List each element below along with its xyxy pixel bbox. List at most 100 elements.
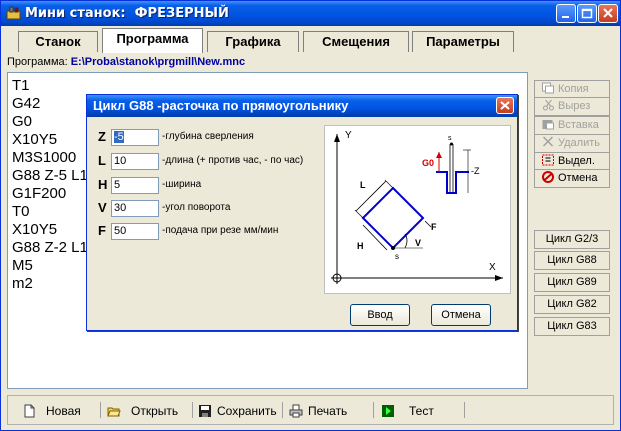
width-label: H — [357, 241, 364, 251]
depth-field[interactable]: -5 — [111, 129, 159, 146]
new-button-label: Новая — [46, 404, 81, 418]
field-value: 30 — [114, 202, 127, 214]
toolbar-divider — [100, 402, 101, 418]
test-icon — [382, 405, 394, 417]
code-line: G1F200 — [12, 185, 67, 202]
main-window: Мини станок: ФРЕЗЕРНЫЙ Станок Программа … — [0, 0, 621, 431]
edit-button-3[interactable]: Удалить — [534, 134, 610, 153]
length-label: L — [360, 180, 366, 190]
code-line: T1 — [12, 77, 30, 94]
dialog-title: Цикл G88 -расточка по прямоугольнику — [93, 98, 349, 113]
code-line: G88 Z-2 L1 — [12, 239, 88, 256]
maximize-button[interactable] — [577, 4, 597, 23]
cycle-button-4[interactable]: Цикл G83 — [534, 317, 610, 336]
save-icon — [199, 405, 211, 417]
tab-grafika[interactable]: Графика — [207, 31, 299, 52]
code-line: G0 — [12, 113, 33, 130]
cycle-button-2[interactable]: Цикл G89 — [534, 273, 610, 292]
new-button[interactable]: Новая — [22, 401, 81, 421]
select-all-icon — [542, 154, 554, 166]
cancel-button[interactable]: Отмена — [431, 304, 491, 326]
cycle-diagram: Y X L H s V F s G0 -Z — [324, 125, 511, 294]
tab-parametry[interactable]: Параметры — [412, 31, 514, 52]
field-value: -5 — [114, 131, 124, 143]
code-line: T0 — [12, 203, 30, 220]
print-button[interactable]: Печать — [289, 401, 347, 421]
param-description: -подача при резе мм/мин — [162, 225, 279, 236]
close-icon — [603, 8, 613, 18]
param-letter: H — [98, 177, 108, 192]
cancel-circle-icon — [542, 171, 554, 183]
g88-cycle-dialog: Цикл G88 -расточка по прямоугольнику Z -… — [86, 94, 518, 331]
test-button[interactable]: Тест — [381, 401, 434, 421]
program-path: E:\Proba\stanok\prgmill\New.mnc — [70, 56, 246, 68]
param-description: -угол поворота — [162, 202, 231, 213]
tab-stanok[interactable]: Станок — [18, 31, 98, 52]
edit-button-5[interactable]: Отмена — [534, 169, 610, 188]
length-field[interactable]: 10 — [111, 153, 159, 170]
open-button-label: Открыть — [131, 404, 179, 418]
edit-button-label: Отмена — [558, 172, 598, 184]
title-bar[interactable]: Мини станок: ФРЕЗЕРНЫЙ — [1, 1, 620, 26]
toolbar-divider — [464, 402, 465, 418]
dialog-close-button[interactable] — [496, 97, 514, 114]
save-button-label: Сохранить — [217, 404, 277, 418]
depth-label: -Z — [471, 166, 480, 176]
cycle-button-0[interactable]: Цикл G2/3 — [534, 230, 610, 249]
new-file-icon — [24, 404, 35, 418]
toolbar-divider — [373, 402, 374, 418]
pocket-rectangle — [361, 186, 425, 250]
save-button[interactable]: Сохранить — [198, 401, 277, 421]
edit-button-2[interactable]: Вставка — [534, 116, 610, 135]
dimension-extension — [384, 179, 394, 189]
copy-icon — [542, 82, 554, 94]
code-line: X10Y5 — [12, 221, 58, 238]
close-button[interactable] — [598, 4, 618, 23]
edit-button-label: Копия — [558, 83, 589, 95]
x-axis-label: X — [489, 262, 496, 273]
tab-smescheniya[interactable]: Смещения — [303, 31, 409, 52]
dimension-extension — [354, 209, 364, 219]
maximize-icon — [581, 8, 593, 19]
angle-field[interactable]: 30 — [111, 200, 159, 217]
code-line: M3S1000 — [12, 149, 77, 166]
section-start-label: s — [448, 135, 452, 142]
param-letter: L — [98, 153, 106, 168]
section-profile — [436, 171, 469, 194]
edit-button-1[interactable]: Вырез — [534, 97, 610, 116]
field-value: 50 — [114, 225, 127, 237]
code-line: G88 Z-5 L1 — [12, 167, 88, 184]
dialog-title-bar[interactable]: Цикл G88 -расточка по прямоугольнику — [87, 95, 517, 117]
angle-label: V — [415, 238, 421, 248]
g0-arrow-head — [436, 152, 442, 158]
feed-label: F — [431, 222, 437, 232]
param-letter: V — [98, 200, 107, 215]
open-icon — [107, 407, 121, 417]
code-lines: T1 G42 G0 X10Y5 M3S1000 G88 Z-5 L1 G1F200 T0 X10… — [12, 77, 88, 293]
edit-button-label: Удалить — [558, 137, 600, 149]
feed-field[interactable]: 50 — [111, 223, 159, 240]
tab-programma[interactable]: Программа — [102, 28, 203, 53]
y-axis-label: Y — [345, 130, 352, 141]
minimize-button[interactable] — [556, 4, 576, 23]
edit-button-label: Выдел. — [558, 155, 595, 167]
param-letter: F — [98, 223, 106, 238]
cycle-button-1[interactable]: Цикл G88 — [534, 251, 610, 270]
app-icon — [6, 6, 21, 20]
open-button[interactable]: Открыть — [107, 401, 178, 421]
close-icon — [500, 101, 510, 110]
paste-icon — [542, 120, 554, 130]
cycle-button-3[interactable]: Цикл G82 — [534, 295, 610, 314]
edit-button-label: Вставка — [558, 119, 599, 131]
code-line: M5 — [12, 257, 33, 274]
cycle-diagram-svg: Y X L H s V F s G0 -Z — [331, 130, 503, 284]
g0-label: G0 — [422, 158, 434, 168]
field-value: 10 — [114, 155, 127, 167]
section-start-point — [450, 142, 453, 146]
code-line: G42 — [12, 95, 41, 112]
start-label: s — [395, 252, 399, 261]
ok-button[interactable]: Ввод — [350, 304, 410, 326]
width-field[interactable]: 5 — [111, 177, 159, 194]
program-path-line: Программа: E:\Proba\stanok\prgmill\New.mn… — [7, 56, 245, 68]
toolbar-divider — [282, 402, 283, 418]
